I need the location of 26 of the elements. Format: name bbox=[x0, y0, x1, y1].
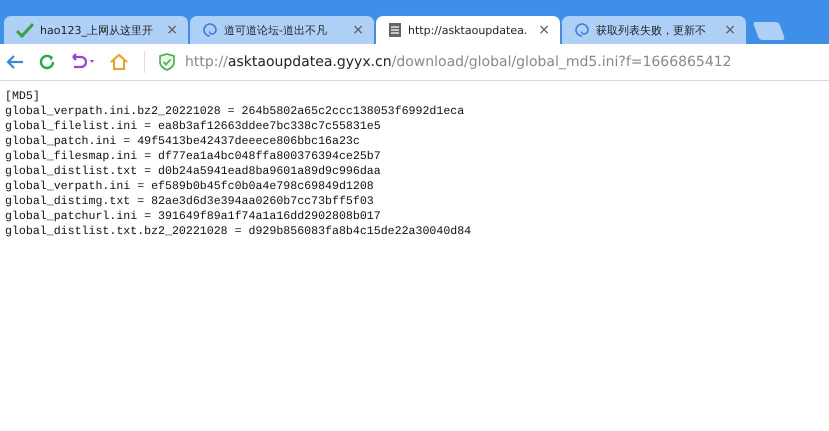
checkmark-icon bbox=[16, 22, 34, 38]
text-line: global_distlist.txt.bz2_20221028 = d929b856083fa8b4c15de22a30040d84 bbox=[5, 224, 472, 239]
swirl-icon bbox=[574, 22, 590, 38]
page-icon bbox=[388, 22, 402, 38]
browser-tab[interactable]: hao123_上网从这里开 × bbox=[4, 16, 188, 44]
text-line: global_patch.ini = 49f5413be42437deeece806bbc16a23c bbox=[5, 134, 361, 149]
browser-tab[interactable]: http://asktaoupdatea. × bbox=[376, 16, 560, 44]
shield-icon bbox=[159, 53, 175, 71]
text-line: global_verpath.ini = ef589b0b45fc0b0a4e798c69849d1208 bbox=[5, 179, 375, 194]
home-button[interactable] bbox=[108, 51, 130, 73]
text-line: global_filesmap.ini = df77ea1a4bc048ffa800376394ce25b7 bbox=[5, 149, 382, 164]
text-line: global_filelist.ini = ea8b3af12663ddee7bc338c7c55831e5 bbox=[5, 119, 382, 134]
close-icon[interactable]: × bbox=[166, 22, 178, 38]
address-bar[interactable]: http://asktaoupdatea.gyyx.cn/download/global/global_md5.ini?f=1666865412 bbox=[185, 54, 732, 70]
close-icon[interactable]: × bbox=[724, 22, 736, 38]
text-line: [MD5] bbox=[5, 89, 41, 104]
swirl-icon bbox=[202, 22, 218, 38]
browser-tab[interactable]: 获取列表失败，更新不 × bbox=[562, 16, 746, 44]
new-tab-button[interactable] bbox=[752, 22, 786, 40]
text-line: global_verpath.ini.bz2_20221028 = 264b5802a65c2ccc138053f6992d1eca bbox=[5, 104, 466, 119]
text-line: global_distlist.txt = d0b24a5941ead8ba9601a89d9c996daa bbox=[5, 164, 382, 179]
text-line: global_distimg.txt = 82ae3d6d3e394aa0260b7cc73bff5f03 bbox=[5, 194, 375, 209]
text-line: global_patchurl.ini = 391649f89a1f74a1a16dd2902808b017 bbox=[5, 209, 382, 224]
browser-tab[interactable]: 道可道论坛-道出不凡 × bbox=[190, 16, 374, 44]
close-icon[interactable]: × bbox=[538, 22, 550, 38]
close-icon[interactable]: × bbox=[352, 22, 364, 38]
